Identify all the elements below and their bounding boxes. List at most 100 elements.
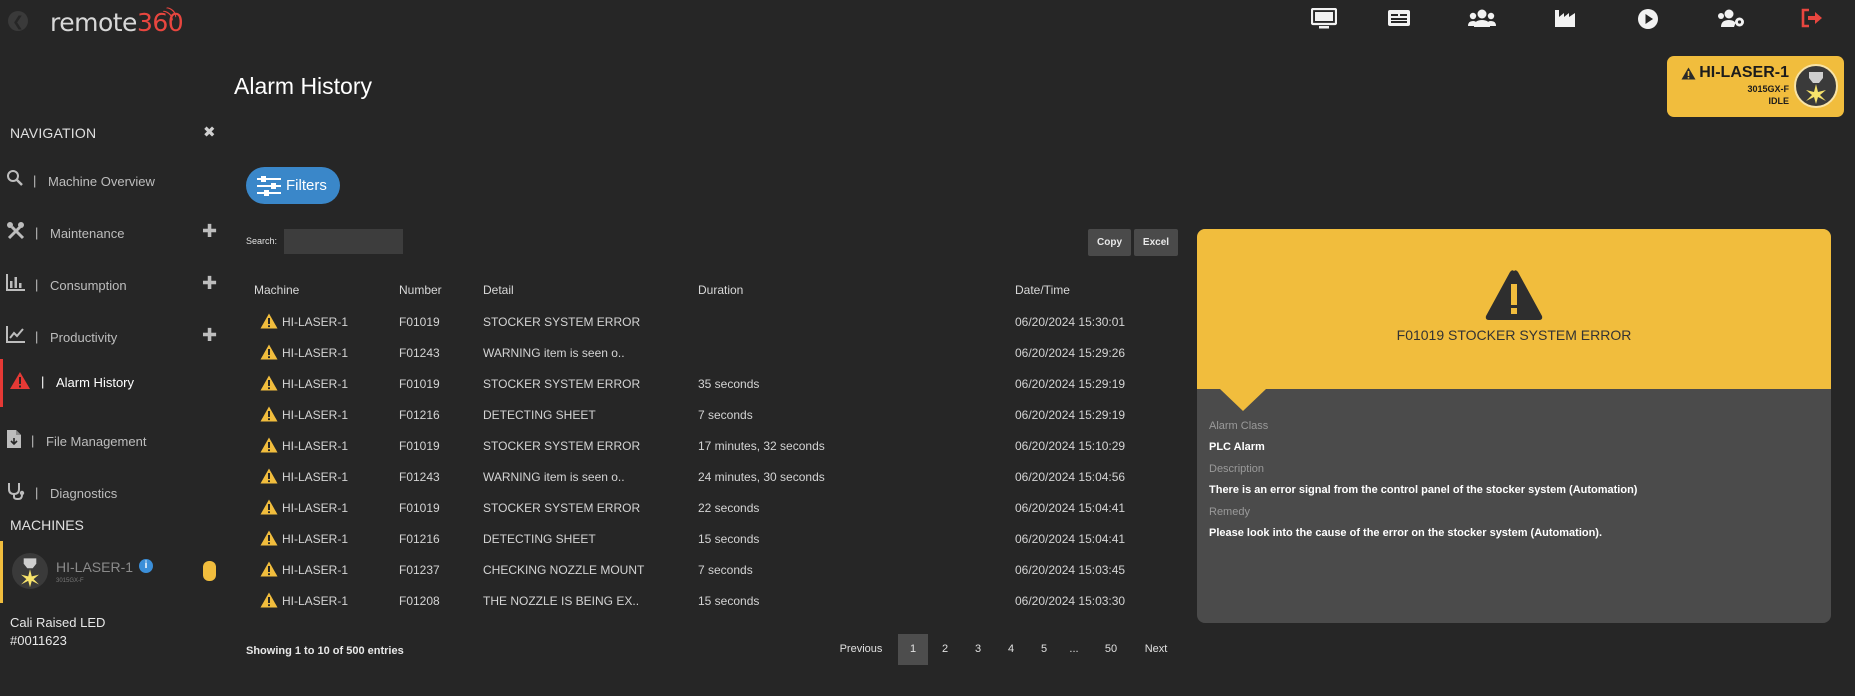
- page-button-50[interactable]: 50: [1097, 634, 1125, 665]
- sidebar-separator: |: [35, 225, 39, 240]
- page-button-1[interactable]: 1: [898, 634, 928, 665]
- sidebar-item-machine-overview[interactable]: | Machine Overview: [0, 163, 222, 207]
- table-row[interactable]: HI-LASER-1 F01216 DETECTING SHEET 7 seco…: [246, 400, 1180, 431]
- info-icon[interactable]: i: [139, 559, 153, 573]
- cell-machine: HI-LASER-1: [282, 377, 349, 391]
- table-row[interactable]: HI-LASER-1 F01237 CHECKING NOZZLE MOUNT …: [246, 555, 1180, 586]
- sidebar-item-label: Productivity: [50, 330, 118, 345]
- entries-info: Showing 1 to 10 of 500 entries: [246, 645, 404, 657]
- column-header-duration[interactable]: Duration: [698, 283, 743, 297]
- page-button-2[interactable]: 2: [932, 634, 958, 665]
- warning-icon: [260, 499, 278, 520]
- machine-status-badge[interactable]: HI-LASER-1 3015GX-F IDLE: [1667, 56, 1844, 117]
- cell-duration: 15 seconds: [698, 594, 760, 608]
- cell-datetime: 06/20/2024 15:03:30: [1015, 594, 1126, 608]
- play-icon[interactable]: [1637, 8, 1663, 32]
- sidebar-separator: |: [31, 433, 35, 448]
- sidebar-item-label: Diagnostics: [50, 486, 118, 501]
- sidebar-item-alarm-history[interactable]: | Alarm History: [0, 359, 222, 407]
- back-icon[interactable]: ❮: [8, 11, 28, 31]
- expand-icon[interactable]: ✚: [202, 221, 217, 242]
- close-icon[interactable]: ✖: [203, 123, 216, 141]
- expand-icon[interactable]: ✚: [202, 325, 217, 346]
- machine-name: HI-LASER-1: [1699, 64, 1789, 81]
- cell-duration: 7 seconds: [698, 563, 753, 577]
- table-row[interactable]: HI-LASER-1 F01019 STOCKER SYSTEM ERROR 1…: [246, 431, 1180, 462]
- page-title: Alarm History: [234, 73, 373, 99]
- cell-machine: HI-LASER-1: [282, 315, 349, 329]
- cell-machine: HI-LASER-1: [282, 594, 349, 608]
- factory-icon[interactable]: [1554, 8, 1580, 32]
- table-row[interactable]: HI-LASER-1 F01019 STOCKER SYSTEM ERROR 0…: [246, 307, 1180, 338]
- sidebar-separator: |: [35, 485, 39, 500]
- sidebar-separator: |: [35, 277, 39, 292]
- filters-label: Filters: [286, 177, 327, 194]
- table-row[interactable]: HI-LASER-1 F01019 STOCKER SYSTEM ERROR 3…: [246, 369, 1180, 400]
- cell-duration: 17 minutes, 32 seconds: [698, 439, 825, 453]
- expand-icon[interactable]: ✚: [202, 273, 217, 294]
- users-gear-icon[interactable]: [1717, 8, 1744, 32]
- cell-number: F01208: [399, 594, 440, 608]
- cell-machine: HI-LASER-1: [282, 563, 349, 577]
- description-label: Description: [1209, 463, 1265, 475]
- status-indicator: [203, 561, 216, 581]
- card-icon[interactable]: [1387, 8, 1413, 32]
- column-header-machine[interactable]: Machine: [254, 283, 299, 297]
- table-row[interactable]: HI-LASER-1 F01208 THE NOZZLE IS BEING EX…: [246, 586, 1180, 617]
- cell-datetime: 06/20/2024 15:10:29: [1015, 439, 1126, 453]
- cell-datetime: 06/20/2024 15:29:19: [1015, 408, 1126, 422]
- warning-icon: [260, 437, 278, 458]
- sidebar-separator: |: [41, 374, 45, 389]
- column-header-number[interactable]: Number: [399, 283, 442, 297]
- monitor-icon[interactable]: [1310, 7, 1338, 32]
- sidebar-item-consumption[interactable]: | Consumption ✚: [0, 267, 222, 311]
- stethoscope-icon: [6, 481, 28, 503]
- laser-head-icon: [1794, 64, 1838, 108]
- warning-icon: [260, 561, 278, 582]
- copy-button[interactable]: Copy: [1088, 229, 1131, 256]
- sidebar-item-file-management[interactable]: | File Management: [0, 423, 222, 467]
- table-row[interactable]: HI-LASER-1 F01243 WARNING item is seen o…: [246, 338, 1180, 369]
- next-button[interactable]: Next: [1136, 634, 1176, 665]
- warning-icon: [260, 406, 278, 427]
- sidebar-item-productivity[interactable]: | Productivity ✚: [0, 319, 222, 363]
- page-button-3[interactable]: 3: [965, 634, 991, 665]
- column-header-detail[interactable]: Detail: [483, 283, 514, 297]
- sidebar-machine-card[interactable]: HI-LASER-1 i 3015GX-F: [0, 541, 222, 603]
- page-ellipsis: ...: [1069, 643, 1079, 655]
- sidebar-item-label: Consumption: [50, 278, 127, 293]
- page-button-5[interactable]: 5: [1031, 634, 1057, 665]
- cell-duration: 22 seconds: [698, 501, 760, 515]
- alert-icon: [9, 371, 31, 393]
- excel-button[interactable]: Excel: [1134, 229, 1178, 256]
- cell-datetime: 06/20/2024 15:30:01: [1015, 315, 1126, 329]
- line-chart-icon: [6, 325, 28, 347]
- cell-number: F01019: [399, 439, 440, 453]
- led-label: Cali Raised LED #0011623: [10, 614, 105, 650]
- cell-number: F01216: [399, 408, 440, 422]
- machine-model: 3015GX-F: [1747, 84, 1789, 94]
- cell-duration: 7 seconds: [698, 408, 753, 422]
- previous-button[interactable]: Previous: [830, 634, 892, 665]
- alarm-detail-notch: [1220, 389, 1266, 411]
- sidebar-item-maintenance[interactable]: | Maintenance ✚: [0, 215, 222, 259]
- page-button-4[interactable]: 4: [998, 634, 1024, 665]
- warning-icon: [260, 313, 278, 334]
- sidebar-item-diagnostics[interactable]: | Diagnostics: [0, 475, 222, 519]
- cell-detail: DETECTING SHEET: [483, 408, 596, 422]
- cell-detail: STOCKER SYSTEM ERROR: [483, 439, 641, 453]
- table-row[interactable]: HI-LASER-1 F01243 WARNING item is seen o…: [246, 462, 1180, 493]
- column-header-datetime[interactable]: Date/Time: [1015, 283, 1070, 297]
- filters-button[interactable]: Filters: [246, 167, 340, 204]
- search-input[interactable]: [284, 229, 403, 254]
- cell-detail: STOCKER SYSTEM ERROR: [483, 315, 641, 329]
- users-icon[interactable]: [1468, 8, 1496, 32]
- cell-datetime: 06/20/2024 15:04:41: [1015, 532, 1126, 546]
- cell-machine: HI-LASER-1: [282, 346, 349, 360]
- table-row[interactable]: HI-LASER-1 F01019 STOCKER SYSTEM ERROR 2…: [246, 493, 1180, 524]
- table-row[interactable]: HI-LASER-1 F01216 DETECTING SHEET 15 sec…: [246, 524, 1180, 555]
- sidebar-item-label: File Management: [46, 434, 147, 449]
- logout-icon[interactable]: [1801, 8, 1827, 32]
- warning-icon: [1485, 269, 1543, 326]
- bar-chart-icon: [6, 273, 28, 295]
